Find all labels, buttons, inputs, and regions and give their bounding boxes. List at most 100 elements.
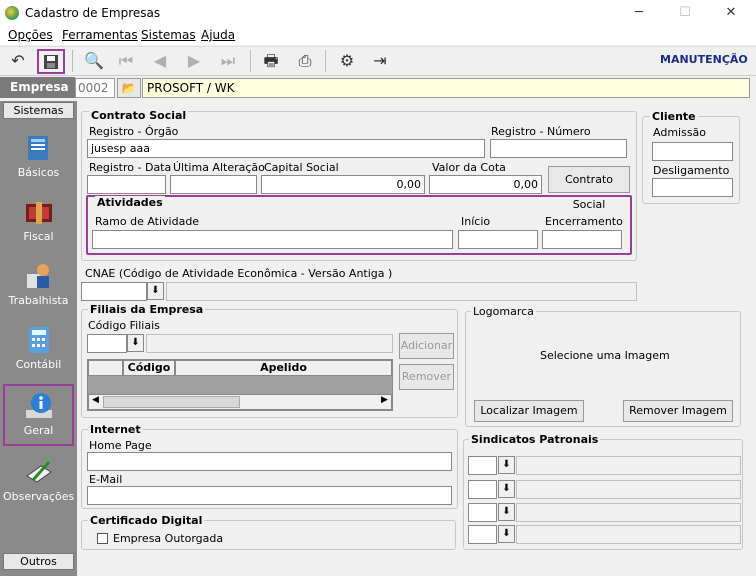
- registro-numero-field[interactable]: [490, 139, 627, 158]
- fiscal-icon: [23, 196, 55, 228]
- book-icon: [23, 132, 55, 164]
- contrato-social-button[interactable]: Contrato Social: [548, 166, 630, 211]
- tools-icon[interactable]: ⚙: [335, 50, 359, 72]
- save-icon[interactable]: [37, 49, 65, 74]
- sidebar-footer[interactable]: Outros: [3, 553, 74, 570]
- capital-social-field[interactable]: 0,00: [261, 175, 425, 194]
- toolbar-separator: [72, 50, 73, 72]
- worker-icon: [23, 260, 55, 292]
- last-record-icon[interactable]: ⏭: [216, 50, 240, 72]
- sindicato-2-code-field[interactable]: [468, 480, 497, 499]
- filiais-title: Filiais da Empresa: [88, 303, 206, 316]
- close-button[interactable]: ✕: [708, 0, 754, 27]
- desligamento-field[interactable]: [652, 178, 733, 197]
- maximize-button[interactable]: ☐: [662, 0, 708, 27]
- internet-title: Internet: [88, 423, 143, 436]
- info-icon: [23, 390, 55, 422]
- empresa-outorgada-checkbox[interactable]: [97, 533, 108, 544]
- scroll-left-icon[interactable]: ◀: [92, 395, 99, 405]
- print-setup-icon[interactable]: ⎙: [293, 50, 317, 72]
- contrato-social-title: Contrato Social: [89, 109, 189, 122]
- sidebar-item-label: Fiscal: [23, 230, 54, 243]
- sidebar-item-contabil[interactable]: Contábil: [3, 320, 74, 380]
- grid-column-codigo[interactable]: Código: [123, 360, 175, 376]
- empresa-name-field[interactable]: PROSOFT / WK: [142, 78, 750, 98]
- sindicato-3-code-field[interactable]: [468, 503, 497, 522]
- sidebar-header[interactable]: Sistemas: [3, 102, 74, 119]
- menu-ferramentas[interactable]: Ferramentas: [62, 28, 138, 42]
- menu-ajuda[interactable]: Ajuda: [201, 28, 235, 42]
- registro-orgao-field[interactable]: jusesp aaa: [87, 139, 485, 158]
- registro-numero-label: Registro - Número: [491, 125, 591, 138]
- localizar-imagem-button[interactable]: Localizar Imagem: [474, 400, 584, 422]
- app-icon: [5, 6, 19, 20]
- codigo-filiais-field[interactable]: [87, 334, 127, 353]
- registro-data-field[interactable]: [87, 175, 166, 194]
- email-label: E-Mail: [89, 473, 123, 486]
- remover-imagem-button[interactable]: Remover Imagem: [623, 400, 733, 422]
- empresa-code-field[interactable]: 0002: [75, 78, 115, 98]
- filiais-description-field: [146, 334, 393, 353]
- sidebar-item-label: Trabalhista: [8, 294, 69, 307]
- empresa-label: Empresa: [0, 77, 75, 98]
- sidebar-item-observacoes[interactable]: Observações: [3, 452, 74, 512]
- ramo-atividade-field[interactable]: [92, 230, 453, 249]
- sindicato-4-dropdown-icon[interactable]: ⬇: [498, 525, 515, 543]
- encerramento-field[interactable]: [542, 230, 622, 249]
- next-record-icon[interactable]: ▶: [182, 50, 206, 72]
- registro-data-label: Registro - Data: [89, 161, 172, 174]
- sidebar-item-label: Contábil: [15, 358, 62, 371]
- ultima-alteracao-field[interactable]: [170, 175, 257, 194]
- sidebar-item-trabalhista[interactable]: Trabalhista: [3, 256, 74, 316]
- undo-icon[interactable]: ↶: [6, 50, 30, 72]
- scroll-right-icon[interactable]: ▶: [381, 395, 388, 405]
- sidebar-item-label: Geral: [23, 424, 54, 437]
- valor-cota-field[interactable]: 0,00: [429, 175, 542, 194]
- mode-label: MANUTENÇÃO: [660, 53, 748, 66]
- email-field[interactable]: [87, 486, 452, 505]
- cliente-title: Cliente: [650, 110, 698, 123]
- sidebar-item-label: Observações: [3, 490, 75, 503]
- codigo-filiais-label: Código Filiais: [88, 319, 160, 332]
- homepage-label: Home Page: [89, 439, 152, 452]
- sidebar-item-fiscal[interactable]: Fiscal: [3, 192, 74, 252]
- sindicato-2-dropdown-icon[interactable]: ⬇: [498, 480, 515, 498]
- admissao-field[interactable]: [652, 142, 733, 161]
- homepage-field[interactable]: [87, 452, 452, 471]
- registro-orgao-label: Registro - Órgão: [89, 125, 179, 138]
- cnae-description-field: [166, 282, 637, 301]
- desligamento-label: Desligamento: [653, 164, 730, 177]
- first-record-icon[interactable]: ⏮: [114, 50, 138, 72]
- notes-icon: [23, 456, 55, 488]
- previous-record-icon[interactable]: ◀: [148, 50, 172, 72]
- remover-filial-button[interactable]: Remover: [399, 364, 454, 390]
- filiais-dropdown-icon[interactable]: ⬇: [127, 334, 144, 352]
- inicio-field[interactable]: [458, 230, 538, 249]
- sindicatos-title: Sindicatos Patronais: [469, 433, 601, 446]
- sidebar-item-label: Básicos: [17, 166, 60, 179]
- inicio-label: Início: [461, 215, 491, 228]
- admissao-label: Admissão: [653, 126, 707, 139]
- grid-column-apelido[interactable]: Apelido: [175, 360, 392, 376]
- atividades-title: Atividades: [95, 196, 165, 209]
- sidebar-item-basicos[interactable]: Básicos: [3, 128, 74, 188]
- sindicato-3-dropdown-icon[interactable]: ⬇: [498, 503, 515, 521]
- sindicato-1-code-field[interactable]: [468, 456, 497, 475]
- sindicato-4-code-field[interactable]: [468, 525, 497, 544]
- sidebar-item-geral[interactable]: Geral: [3, 384, 74, 446]
- sindicato-1-dropdown-icon[interactable]: ⬇: [498, 456, 515, 474]
- menu-sistemas[interactable]: Sistemas: [141, 28, 196, 42]
- exit-icon[interactable]: ⇥: [368, 50, 392, 72]
- grid-indicator-column: [88, 360, 123, 376]
- print-icon[interactable]: 🖶: [259, 50, 283, 72]
- scroll-thumb[interactable]: [103, 396, 240, 408]
- menu-opcoes[interactable]: Opções: [8, 28, 53, 42]
- calculator-icon: [23, 324, 55, 356]
- cnae-code-field[interactable]: [81, 282, 147, 301]
- minimize-button[interactable]: ─: [616, 0, 662, 27]
- empresa-outorgada-label: Empresa Outorgada: [113, 532, 224, 545]
- cnae-dropdown-icon[interactable]: ⬇: [147, 282, 164, 300]
- preview-icon[interactable]: 🔍: [82, 50, 106, 72]
- folder-icon[interactable]: 📂: [117, 78, 141, 98]
- adicionar-button[interactable]: Adicionar: [399, 333, 454, 359]
